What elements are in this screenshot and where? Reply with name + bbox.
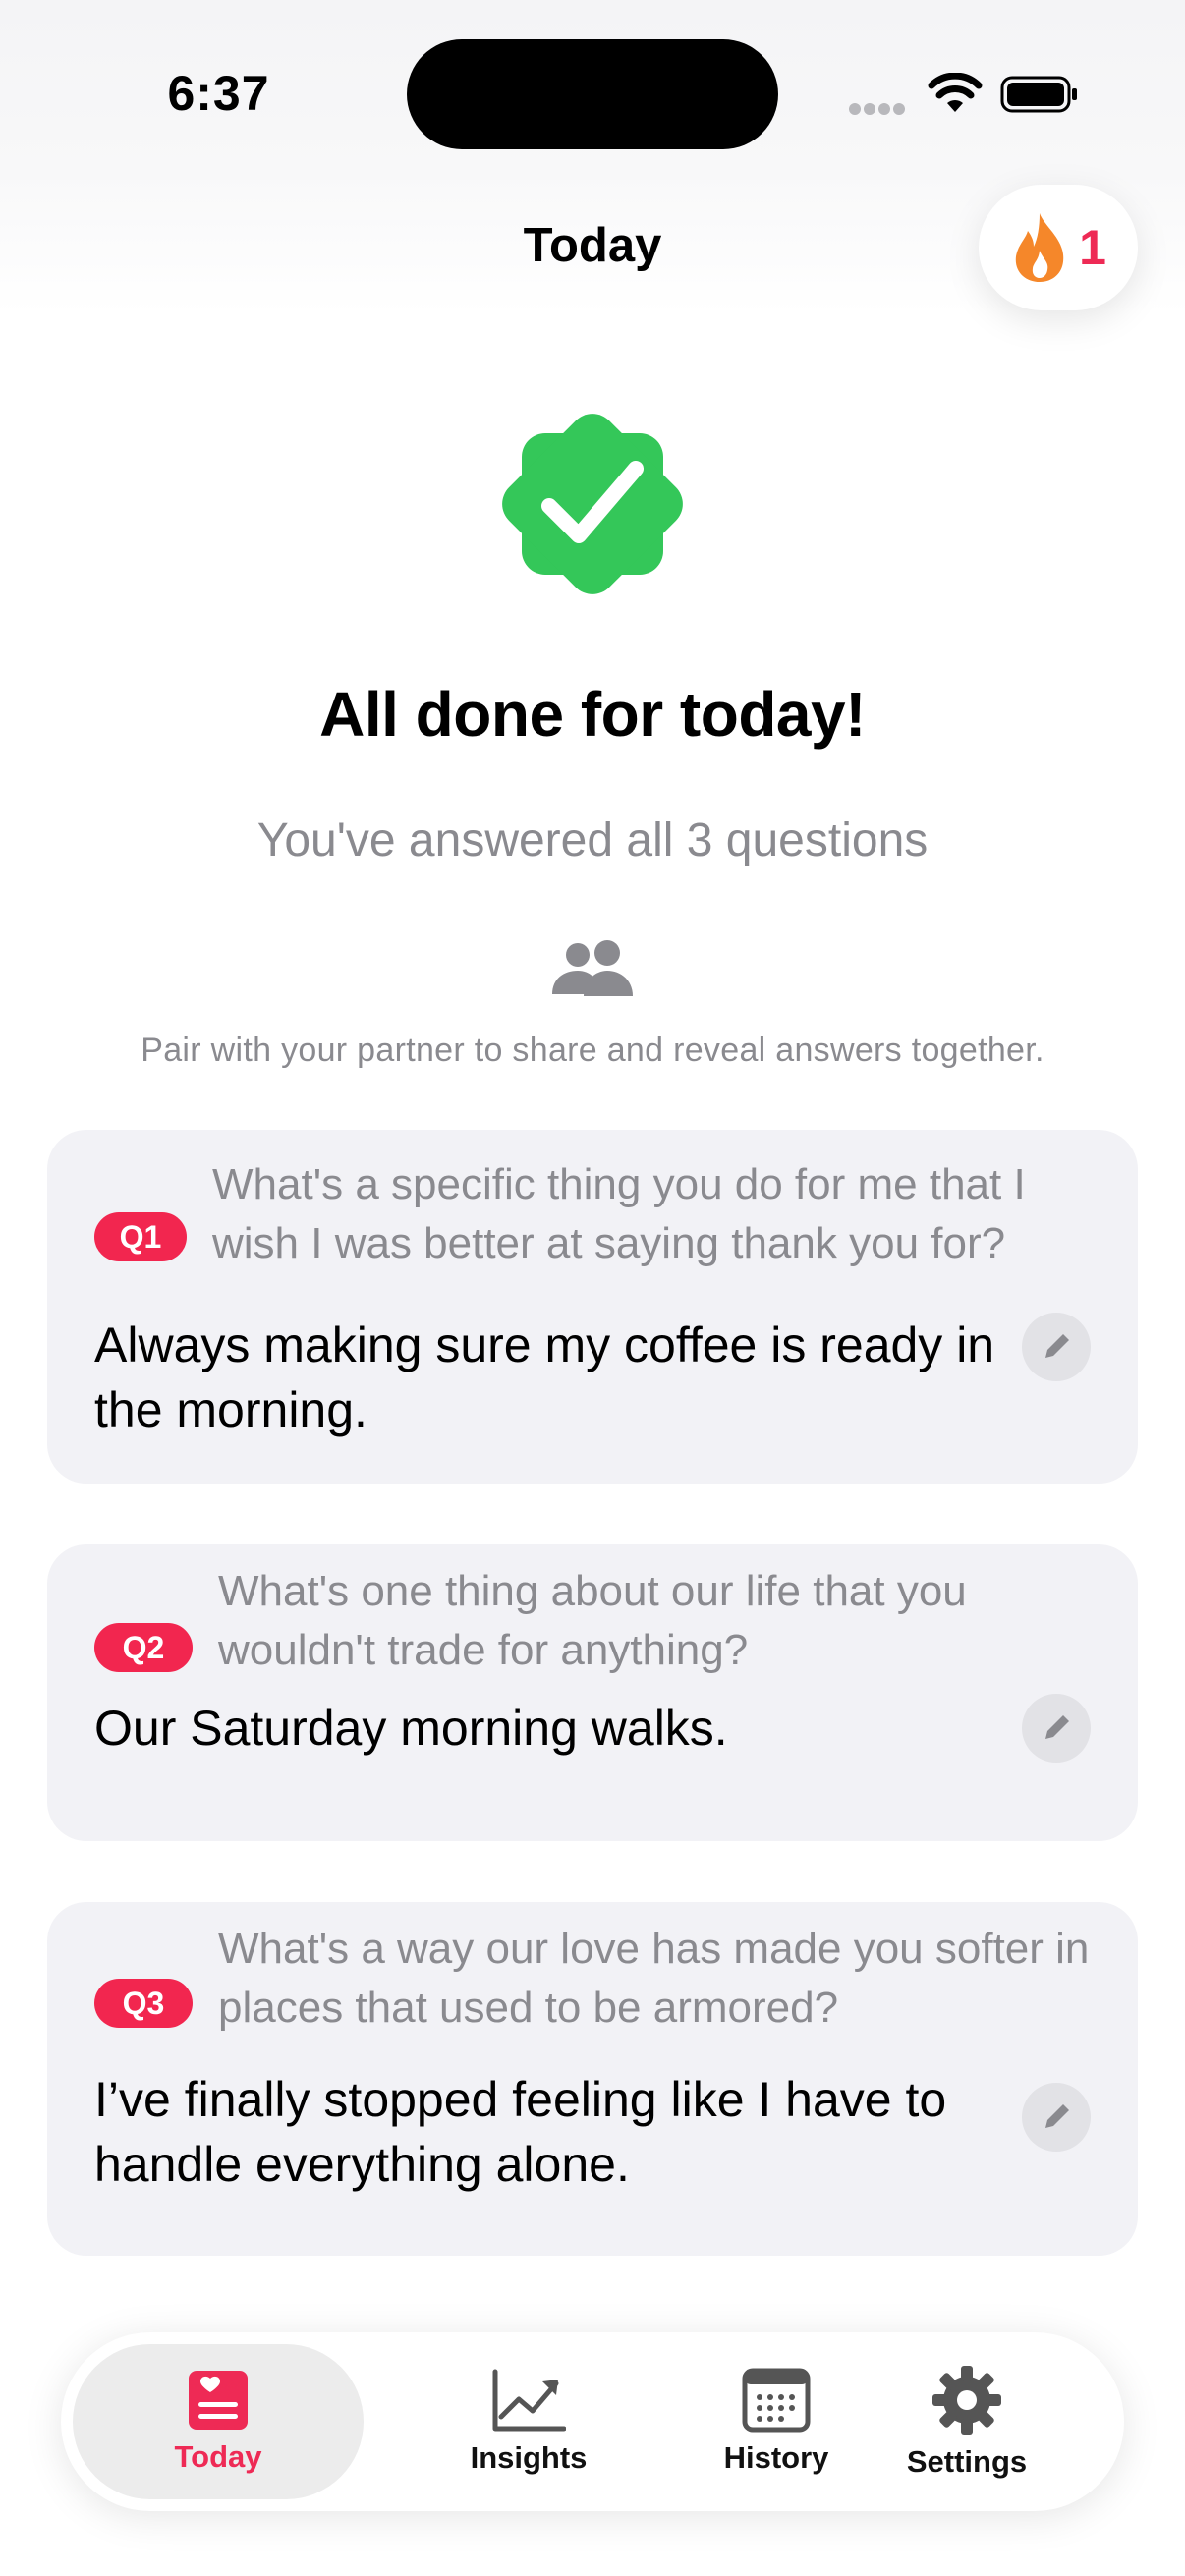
edit-answer-button[interactable] xyxy=(1022,1694,1091,1763)
streak-button[interactable]: 1 xyxy=(979,185,1138,310)
tab-label: Insights xyxy=(470,2440,588,2475)
battery-icon xyxy=(1000,76,1077,113)
pair-partner-prompt: Pair with your partner to share and reve… xyxy=(141,1032,1044,1069)
edit-answer-button[interactable] xyxy=(1022,1313,1091,1381)
answer-text: I’ve finally stopped feeling like I have… xyxy=(94,2072,947,2192)
wifi-icon xyxy=(928,73,983,112)
answer-text: Always making sure my coffee is ready in… xyxy=(94,1317,995,1437)
tab-today[interactable]: Today xyxy=(73,2344,364,2499)
flame-icon xyxy=(1015,213,1064,282)
pencil-icon xyxy=(1045,1715,1069,1739)
calendar-icon xyxy=(742,2368,811,2433)
question-text: What's a way our love has made you softe… xyxy=(218,1925,1090,2032)
completion-title: All done for today! xyxy=(319,679,866,750)
question-number-badge: Q1 xyxy=(94,1212,187,1261)
question-card: Q3 What's a way our love has made you so… xyxy=(47,1902,1138,2256)
question-card: Q1 What's a specific thing you do for me… xyxy=(47,1130,1138,1484)
question-text: What's one thing about our life that you… xyxy=(218,1567,967,1674)
tab-bar: Today Insights History Settings xyxy=(61,2332,1124,2511)
chart-line-icon xyxy=(492,2369,566,2432)
tab-settings[interactable]: Settings xyxy=(821,2344,1112,2499)
tab-label: Settings xyxy=(906,2444,1028,2479)
question-text: What's a specific thing you do for me th… xyxy=(212,1160,1026,1267)
pencil-icon xyxy=(1045,2104,1069,2128)
dynamic-island xyxy=(407,39,778,149)
tab-label: Today xyxy=(174,2439,262,2474)
gear-icon xyxy=(932,2366,1001,2435)
edit-answer-button[interactable] xyxy=(1022,2083,1091,2152)
answer-text: Our Saturday morning walks. xyxy=(94,1701,728,1756)
pencil-icon xyxy=(1045,1334,1069,1358)
people-icon xyxy=(552,940,633,996)
question-card: Q2 What's one thing about our life that … xyxy=(47,1544,1138,1841)
verified-check-icon xyxy=(502,414,683,594)
streak-count: 1 xyxy=(1079,220,1106,275)
status-time: 6:37 xyxy=(167,66,270,121)
heart-note-icon xyxy=(189,2371,248,2430)
completion-subtitle: You've answered all 3 questions xyxy=(256,814,929,867)
question-number-badge: Q3 xyxy=(94,1979,193,2028)
cellular-signal-icon xyxy=(849,102,908,116)
tab-label: History xyxy=(723,2440,829,2475)
question-number-badge: Q2 xyxy=(94,1623,193,1672)
